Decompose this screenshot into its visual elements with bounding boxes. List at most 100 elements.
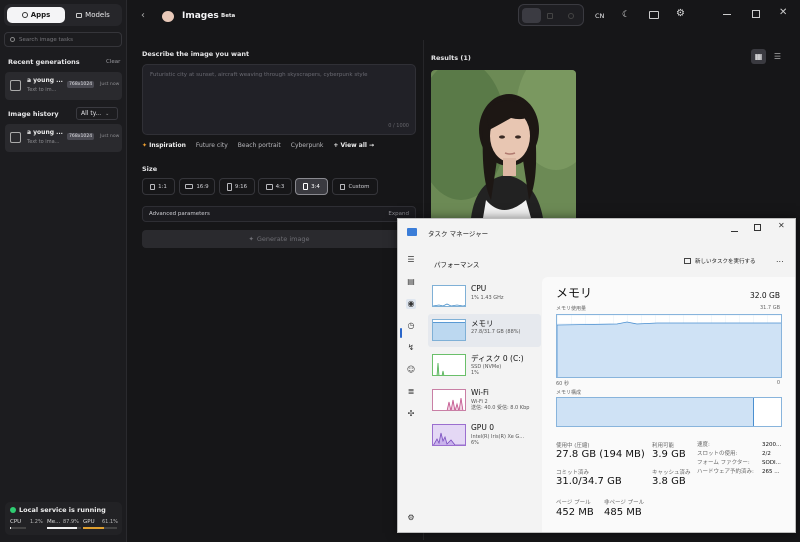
resource-wifi[interactable]: Wi-Fi Wi-Fi 2 送信: 40.0 受信: 8.0 Kbp: [428, 384, 541, 417]
back-icon[interactable]: ‹: [141, 10, 145, 21]
mode-icon-3[interactable]: [568, 13, 574, 19]
resource-memory[interactable]: メモリ 27.8/31.7 GB (88%): [428, 314, 541, 347]
inspiration-chip[interactable]: Future city: [196, 142, 228, 149]
image-icon: [10, 80, 21, 91]
prompt-textarea[interactable]: Futuristic city at sunset, aircraft weav…: [142, 64, 416, 135]
search-placeholder: Search image tasks: [19, 36, 73, 43]
maximize-icon[interactable]: [754, 224, 761, 231]
history-filter-select[interactable]: All ty... ⌄: [76, 107, 118, 120]
beta-badge: Beta: [221, 13, 236, 19]
size-option[interactable]: 4:3: [258, 178, 292, 195]
size-option[interactable]: Custom: [332, 178, 378, 195]
resource-sub: Wi-Fi 2 送信: 40.0 受信: 8.0 Kbp: [471, 399, 530, 411]
usage-graph-label: メモリ使用量: [556, 306, 587, 312]
settings-gear-icon[interactable]: ⚙: [406, 513, 416, 523]
history-filter-value: All ty...: [81, 110, 102, 117]
resource-list: CPU 1% 1.43 GHz メモリ 27.8/31.7 GB (88%) デ…: [425, 277, 541, 532]
prop-label: ハードウェア予約済み:: [697, 469, 754, 475]
size-option[interactable]: 16:9: [179, 178, 215, 195]
status-dot-icon: [10, 507, 16, 513]
stat-label: コミット済み: [556, 470, 590, 476]
recent-item[interactable]: a young ... Text to im... 768x1024 Just …: [5, 72, 122, 100]
inspiration-chip[interactable]: Cyberpunk: [291, 142, 324, 149]
minimize-icon[interactable]: [731, 231, 738, 232]
resource-sub: SSD (NVMe) 1%: [471, 364, 502, 376]
prop-value: 2/2: [762, 451, 771, 457]
sparkle-icon: ✦: [248, 235, 254, 243]
startup-icon[interactable]: ↯: [406, 343, 416, 353]
mode-icon-2[interactable]: [547, 13, 553, 19]
tab-models[interactable]: Models: [66, 7, 120, 23]
processes-icon[interactable]: ▤: [406, 277, 416, 287]
inspiration-text: Inspiration: [149, 142, 186, 149]
size-option-label: 16:9: [196, 183, 209, 190]
advanced-params-toggle[interactable]: Advanced parameters Expand: [142, 206, 416, 222]
tab-apps[interactable]: Apps: [7, 7, 65, 23]
details-icon[interactable]: ≣: [406, 387, 416, 397]
recent-item-sub: Text to im...: [27, 87, 57, 93]
ratio-icon: [226, 182, 232, 191]
performance-icon[interactable]: ◉: [406, 299, 416, 309]
size-option-label: 4:3: [275, 183, 285, 190]
graph-axis-right: 0: [776, 380, 780, 386]
maximize-icon[interactable]: [752, 10, 760, 18]
users-icon[interactable]: ☺: [406, 365, 416, 375]
expand-label: Expand: [388, 211, 409, 217]
stat-value: 3.8 GB: [652, 476, 686, 487]
resource-name: Wi-Fi: [471, 388, 489, 397]
size-option[interactable]: 1:1: [142, 178, 175, 195]
portrait-image: [431, 70, 576, 218]
moon-icon[interactable]: ☾: [622, 10, 630, 20]
stat-label: 非ページ プール: [604, 500, 645, 506]
advanced-label: Advanced parameters: [149, 211, 210, 217]
grid-view-icon[interactable]: ▦: [751, 49, 766, 64]
graph-axis-left: 60 秒: [556, 381, 569, 387]
image-mode-icon[interactable]: [522, 8, 541, 23]
size-option[interactable]: 9:16: [219, 178, 255, 195]
history-title: Image history: [8, 110, 59, 118]
window-title: タスク マネージャー: [428, 230, 489, 238]
view-all-link[interactable]: + View all →: [333, 142, 374, 149]
new-task-label: 新しいタスクを実行する: [695, 259, 756, 265]
new-task-icon: [684, 258, 691, 264]
list-view-icon[interactable]: ☰: [770, 49, 785, 64]
size-option-active[interactable]: 3:4: [295, 178, 328, 195]
resource-disk[interactable]: ディスク 0 (C:) SSD (NVMe) 1%: [428, 349, 541, 382]
gpu-bar: [83, 527, 117, 529]
language-toggle[interactable]: CN: [595, 12, 604, 20]
services-icon[interactable]: ✣: [406, 409, 416, 419]
stat-label: ページ プール: [556, 500, 591, 506]
memory-usage-area: [557, 315, 781, 377]
close-icon[interactable]: ✕: [779, 7, 787, 18]
search-input[interactable]: Search image tasks: [4, 32, 122, 47]
chevron-down-icon: ⌄: [105, 110, 110, 117]
sidebar: Apps Models Search image tasks Recent ge…: [0, 0, 127, 542]
gear-icon[interactable]: ⚙: [676, 8, 685, 19]
more-options-icon[interactable]: ...: [776, 255, 784, 264]
box-icon: [76, 12, 83, 18]
size-option-label: 1:1: [158, 183, 167, 190]
resource-gpu[interactable]: GPU 0 Intel(R) Iris(R) Xe G... 6%: [428, 419, 541, 452]
history-icon[interactable]: ◷: [406, 321, 416, 331]
clear-button[interactable]: Clear: [106, 59, 120, 65]
inspiration-chip[interactable]: Beach portrait: [238, 142, 281, 149]
size-option-label: Custom: [348, 183, 370, 190]
hamburger-icon[interactable]: ☰: [406, 255, 416, 265]
mem-bar: [47, 527, 81, 529]
stat-value: 31.0/34.7 GB: [556, 476, 622, 487]
close-icon[interactable]: ✕: [778, 221, 785, 230]
generate-button[interactable]: ✦ Generate image: [142, 230, 416, 248]
result-image[interactable]: [431, 70, 576, 218]
ratio-icon: [303, 183, 309, 190]
composition-label: メモリ構成: [556, 390, 582, 396]
recent-title: Recent generations: [8, 58, 80, 66]
resource-cpu[interactable]: CPU 1% 1.43 GHz: [428, 280, 541, 313]
mail-icon[interactable]: [649, 11, 659, 19]
gpu-value: 61.1%: [102, 519, 118, 525]
page-title: Images: [182, 11, 219, 21]
history-item[interactable]: a young ... Text to ima... 768x1024 Just…: [5, 124, 122, 152]
run-new-task-button[interactable]: 新しいタスクを実行する: [684, 257, 756, 265]
minimize-icon[interactable]: [723, 14, 731, 15]
prop-label: 速度:: [697, 442, 710, 448]
cpu-thumb-graph: [432, 285, 466, 307]
